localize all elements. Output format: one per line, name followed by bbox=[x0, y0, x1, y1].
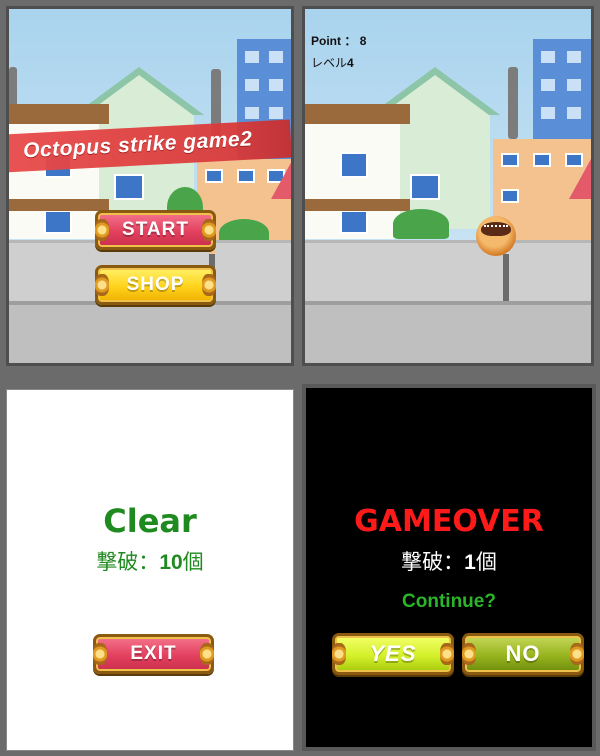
defeat-unit: 個 bbox=[475, 551, 497, 574]
defeat-count-line: 撃破：1個 bbox=[306, 546, 592, 576]
yes-button[interactable]: YES bbox=[332, 633, 454, 675]
point-value: 8 bbox=[359, 34, 367, 48]
defeat-unit: 個 bbox=[182, 551, 204, 574]
point-separator: ： bbox=[344, 34, 357, 48]
title-screen-panel: Octopus strike game2 START SHOP bbox=[6, 6, 294, 366]
continue-prompt: Continue? bbox=[402, 591, 496, 612]
defeat-label: 撃破： bbox=[401, 551, 465, 574]
defeat-count: 1 bbox=[464, 551, 476, 574]
clear-screen-panel: Clear 撃破：10個 EXIT bbox=[6, 389, 294, 751]
button-ornament-icon bbox=[202, 274, 216, 296]
button-ornament-icon bbox=[570, 643, 584, 665]
start-button[interactable]: START bbox=[95, 210, 216, 250]
shop-button-label: SHOP bbox=[126, 274, 185, 295]
clear-heading: Clear bbox=[103, 502, 197, 540]
defeat-count-line: 撃破：10個 bbox=[7, 546, 293, 576]
level-display: レベル4 bbox=[311, 54, 354, 71]
button-ornament-icon bbox=[95, 274, 109, 296]
button-ornament-icon bbox=[95, 219, 109, 241]
gameover-panel: GAMEOVER 撃破：1個 Continue? YES NO bbox=[302, 384, 596, 751]
button-ornament-icon bbox=[332, 643, 346, 665]
shop-button[interactable]: SHOP bbox=[95, 265, 216, 305]
button-ornament-icon bbox=[440, 643, 454, 665]
gameplay-panel[interactable]: Point ： 8 レベル4 bbox=[302, 6, 594, 366]
button-ornament-icon bbox=[202, 219, 216, 241]
gameover-heading: GAMEOVER bbox=[354, 504, 544, 539]
defeat-count: 10 bbox=[159, 551, 183, 574]
button-ornament-icon bbox=[462, 643, 476, 665]
point-label: Point bbox=[311, 34, 341, 48]
button-ornament-icon bbox=[200, 643, 214, 665]
no-button[interactable]: NO bbox=[462, 633, 584, 675]
score-display: Point ： 8 bbox=[311, 32, 366, 49]
start-button-label: START bbox=[122, 219, 189, 240]
exit-button[interactable]: EXIT bbox=[93, 634, 214, 674]
level-label: レベル bbox=[311, 56, 348, 70]
city-background bbox=[9, 9, 291, 363]
level-value: 4 bbox=[347, 56, 354, 70]
button-ornament-icon bbox=[93, 643, 107, 665]
defeat-label: 撃破： bbox=[96, 551, 160, 574]
yes-button-label: YES bbox=[369, 641, 417, 666]
takoyaki-target-icon[interactable] bbox=[476, 216, 516, 256]
exit-button-label: EXIT bbox=[130, 643, 177, 664]
no-button-label: NO bbox=[505, 641, 541, 666]
